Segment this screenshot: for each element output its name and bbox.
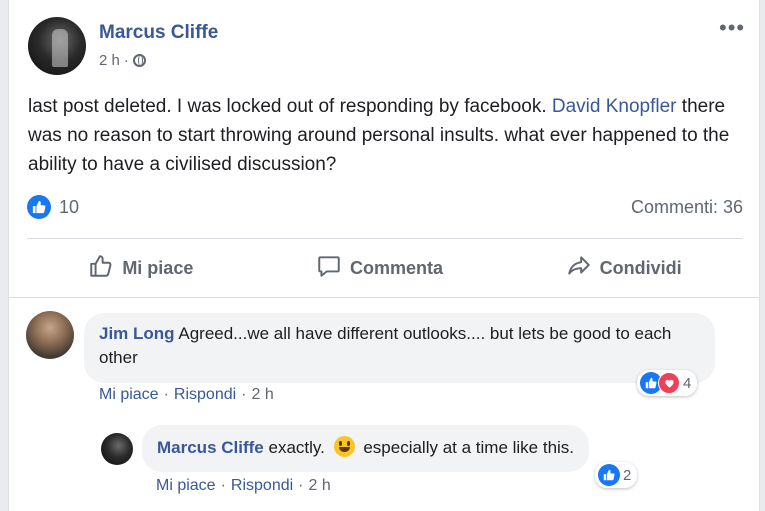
- smiley-emoji-icon: [333, 436, 355, 457]
- like-button[interactable]: Mi piace: [88, 253, 193, 284]
- separator: ·: [220, 477, 226, 494]
- comment-actions: Mi piace · Rispondi · 2 h: [99, 386, 274, 404]
- thumbs-up-icon: [88, 253, 114, 284]
- reply-author-avatar[interactable]: [101, 433, 133, 465]
- reply-text-after: especially at a time like this.: [363, 438, 575, 457]
- comment-author-name[interactable]: Jim Long: [99, 324, 175, 343]
- heart-reaction-icon: [658, 372, 680, 394]
- comment-author-avatar[interactable]: [26, 311, 74, 359]
- like-reaction-icon: [598, 464, 620, 486]
- mention-link[interactable]: David Knopfler: [552, 96, 677, 117]
- reply-reactions[interactable]: 2: [595, 462, 638, 488]
- reply-text-before: exactly.: [268, 438, 325, 457]
- reply-bubble: Marcus Cliffe exactly. especially at a t…: [142, 425, 590, 472]
- comment-button[interactable]: Commenta: [316, 253, 443, 284]
- post-actions: Mi piace Commenta Condividi: [27, 240, 743, 296]
- share-icon: [566, 253, 592, 284]
- post-author-name[interactable]: Marcus Cliffe: [99, 22, 218, 44]
- post-time[interactable]: 2 h: [99, 52, 120, 69]
- post-text: last post deleted. I was locked out of r…: [28, 92, 748, 179]
- like-button-label: Mi piace: [122, 257, 194, 278]
- comments-count[interactable]: Commenti: 36: [631, 197, 743, 218]
- comment-icon: [316, 253, 342, 284]
- post-text-before: last post deleted. I was locked out of r…: [28, 96, 552, 117]
- globe-icon[interactable]: [132, 54, 146, 67]
- share-button-label: Condividi: [599, 257, 682, 278]
- post-meta: 2 h ·: [99, 52, 146, 69]
- post-reactions[interactable]: 10: [27, 195, 79, 219]
- reply-reply-link[interactable]: Rispondi: [231, 477, 293, 495]
- post-card: Marcus Cliffe 2 h · ••• last post delete…: [8, 0, 760, 511]
- reply-author-name[interactable]: Marcus Cliffe: [157, 438, 264, 457]
- comment-bubble: Jim Long Agreed...we all have different …: [84, 313, 715, 383]
- separator: ·: [241, 386, 247, 403]
- post-author-avatar[interactable]: [28, 17, 86, 75]
- comment-text: Agreed...we all have different outlooks.…: [99, 324, 672, 367]
- separator: ·: [298, 477, 304, 494]
- comment-time[interactable]: 2 h: [252, 386, 274, 404]
- divider: [27, 238, 743, 239]
- comment-reply-link[interactable]: Rispondi: [174, 386, 236, 404]
- meta-separator: ·: [123, 52, 129, 69]
- comment-reactions[interactable]: 4: [637, 370, 698, 396]
- comment-like-link[interactable]: Mi piace: [99, 386, 159, 404]
- reply-like-link[interactable]: Mi piace: [156, 477, 216, 495]
- share-button[interactable]: Condividi: [566, 253, 682, 284]
- reply-reaction-count: 2: [623, 466, 632, 484]
- comment-reaction-count: 4: [683, 374, 692, 392]
- more-options-icon[interactable]: •••: [719, 15, 745, 41]
- reply-actions: Mi piace · Rispondi · 2 h: [156, 477, 331, 495]
- post-reaction-count: 10: [59, 196, 80, 217]
- comment-button-label: Commenta: [349, 257, 443, 278]
- reply-time[interactable]: 2 h: [309, 477, 331, 495]
- separator: ·: [163, 386, 169, 403]
- divider: [9, 297, 759, 298]
- like-reaction-icon: [27, 195, 51, 219]
